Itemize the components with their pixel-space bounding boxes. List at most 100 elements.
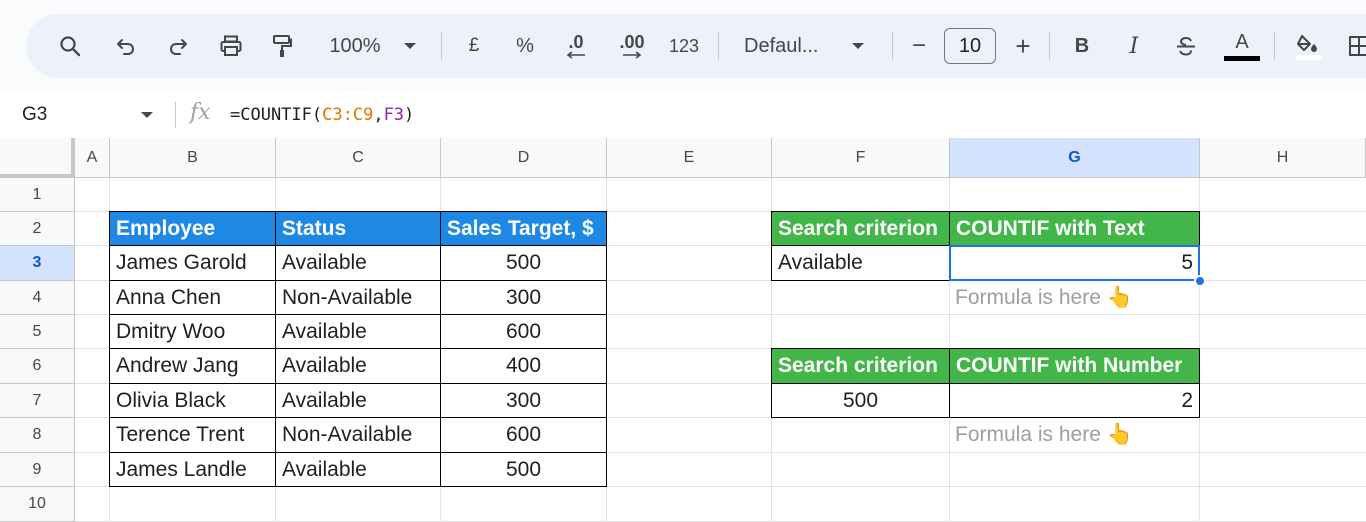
table-cell[interactable]: Available — [275, 348, 441, 384]
table-cell[interactable]: 600 — [440, 417, 607, 453]
table-cell[interactable]: Anna Chen — [109, 280, 276, 315]
undo-icon[interactable] — [110, 14, 142, 78]
formula-range-ref: C3:C9 — [322, 105, 374, 125]
search-criterion-header[interactable]: Search criterion — [771, 348, 950, 384]
table-cell[interactable]: Available — [275, 383, 441, 418]
active-cell-selection — [949, 245, 1200, 281]
column-header-b[interactable]: B — [110, 138, 276, 178]
spreadsheet-grid: A B C D E F G H 1 2 3 4 5 6 7 8 9 10 Employee Status Sales T… — [0, 138, 1366, 522]
increase-decimal-label: .00 — [619, 32, 645, 52]
column-header-c[interactable]: C — [276, 138, 441, 178]
chevron-down-icon[interactable] — [846, 14, 870, 78]
strikethrough-icon[interactable] — [1172, 14, 1200, 78]
print-icon[interactable] — [214, 14, 248, 78]
column-header-d[interactable]: D — [441, 138, 607, 178]
formula-prefix: =COUNTIF( — [230, 105, 323, 125]
countif-number-header[interactable]: COUNTIF with Number — [949, 348, 1200, 384]
text-color-button[interactable]: A — [1222, 14, 1262, 78]
fill-handle[interactable] — [1194, 275, 1206, 287]
column-header-e[interactable]: E — [607, 138, 772, 178]
formula-note: Formula is here 👆 — [955, 285, 1133, 309]
table-cell[interactable]: 600 — [440, 314, 607, 349]
formula-bar-divider — [175, 102, 176, 128]
column-header-g[interactable]: G — [950, 138, 1200, 178]
paint-format-icon[interactable] — [266, 14, 298, 78]
search-criterion-header[interactable]: Search criterion — [771, 211, 950, 246]
name-box[interactable]: G3 — [22, 92, 47, 138]
fx-icon: fx — [190, 100, 211, 125]
row-header-7[interactable]: 7 — [0, 384, 75, 418]
table-cell[interactable]: 400 — [440, 348, 607, 384]
table-cell[interactable]: Available — [275, 245, 441, 281]
row-header-2[interactable]: 2 — [0, 212, 75, 246]
table-cell[interactable]: Non-Available — [275, 417, 441, 453]
table-cell[interactable]: Dmitry Woo — [109, 314, 276, 349]
toolbar-divider — [892, 32, 893, 60]
table-cell[interactable]: James Landle — [109, 452, 276, 487]
formula-note: Formula is here 👆 — [955, 423, 1133, 446]
table-cell[interactable]: Andrew Jang — [109, 348, 276, 384]
table-cell[interactable]: Available — [275, 314, 441, 349]
table-cell[interactable]: Olivia Black — [109, 383, 276, 418]
table-cell[interactable]: 300 — [440, 383, 607, 418]
table-header-cell[interactable]: Sales Target, $ — [440, 211, 607, 246]
search-criterion-cell[interactable]: 500 — [771, 383, 950, 418]
formula-input[interactable]: =COUNTIF(C3:C9,F3) — [230, 92, 414, 138]
table-cell[interactable]: Terence Trent — [109, 417, 276, 453]
text-color-swatch — [1224, 55, 1260, 61]
increase-font-size-button[interactable]: + — [1010, 14, 1036, 78]
column-header-a[interactable]: A — [75, 138, 110, 178]
formula-suffix: ) — [404, 105, 415, 125]
select-all-corner[interactable] — [0, 138, 75, 178]
toolbar-divider — [1274, 32, 1275, 60]
search-criterion-cell[interactable]: Available — [771, 245, 950, 281]
arrow-left-icon — [566, 51, 585, 59]
table-cell[interactable]: 300 — [440, 280, 607, 315]
formula-bar: G3 fx =COUNTIF(C3:C9,F3) — [0, 92, 1366, 139]
toolbar-divider — [718, 32, 719, 60]
decrease-decimal-button[interactable]: .0 — [558, 14, 594, 78]
toolbar: 100% £ % .0 .00 123 Defaul... − — [26, 14, 1366, 78]
zoom-select[interactable]: 100% — [320, 14, 390, 78]
bold-button[interactable]: B — [1068, 14, 1096, 78]
font-family-select[interactable]: Defaul... — [738, 14, 842, 78]
row-header-6[interactable]: 6 — [0, 349, 75, 384]
row-header-3[interactable]: 3 — [0, 246, 75, 281]
borders-icon[interactable] — [1346, 14, 1366, 78]
countif-number-result-cell[interactable]: 2 — [949, 383, 1200, 418]
table-cell[interactable]: James Garold — [109, 245, 276, 281]
format-currency-button[interactable]: £ — [460, 14, 488, 78]
row-header-1[interactable]: 1 — [0, 178, 75, 212]
table-cell[interactable]: 500 — [440, 452, 607, 487]
formula-criterion-ref: F3 — [383, 105, 405, 125]
column-header-h[interactable]: H — [1200, 138, 1366, 178]
more-formats-button[interactable]: 123 — [664, 14, 704, 78]
table-header-cell[interactable]: Employee — [109, 211, 276, 246]
search-menus-icon[interactable] — [54, 14, 86, 78]
fill-color-icon[interactable] — [1290, 14, 1328, 78]
row-header-8[interactable]: 8 — [0, 418, 75, 453]
italic-button[interactable]: I — [1120, 14, 1148, 78]
countif-text-header[interactable]: COUNTIF with Text — [949, 211, 1200, 246]
table-header-cell[interactable]: Status — [275, 211, 441, 246]
column-header-f[interactable]: F — [772, 138, 950, 178]
decrease-font-size-button[interactable]: − — [906, 14, 932, 78]
toolbar-divider — [1049, 32, 1050, 60]
row-header-4[interactable]: 4 — [0, 281, 75, 315]
redo-icon[interactable] — [162, 14, 194, 78]
chevron-down-icon[interactable] — [398, 14, 422, 78]
table-cell[interactable]: 500 — [440, 245, 607, 281]
row-header-9[interactable]: 9 — [0, 453, 75, 487]
formula-comma: , — [373, 105, 384, 125]
text-color-letter: A — [1235, 30, 1249, 53]
format-percent-button[interactable]: % — [510, 14, 540, 78]
table-cell[interactable]: Non-Available — [275, 280, 441, 315]
increase-decimal-button[interactable]: .00 — [612, 14, 652, 78]
row-header-10[interactable]: 10 — [0, 487, 75, 522]
table-cell[interactable]: Available — [275, 452, 441, 487]
arrow-right-icon — [623, 51, 642, 59]
font-size-input[interactable]: 10 — [944, 28, 996, 64]
chevron-down-icon[interactable] — [140, 110, 154, 120]
row-header-5[interactable]: 5 — [0, 315, 75, 349]
decrease-decimal-label: .0 — [568, 32, 584, 52]
